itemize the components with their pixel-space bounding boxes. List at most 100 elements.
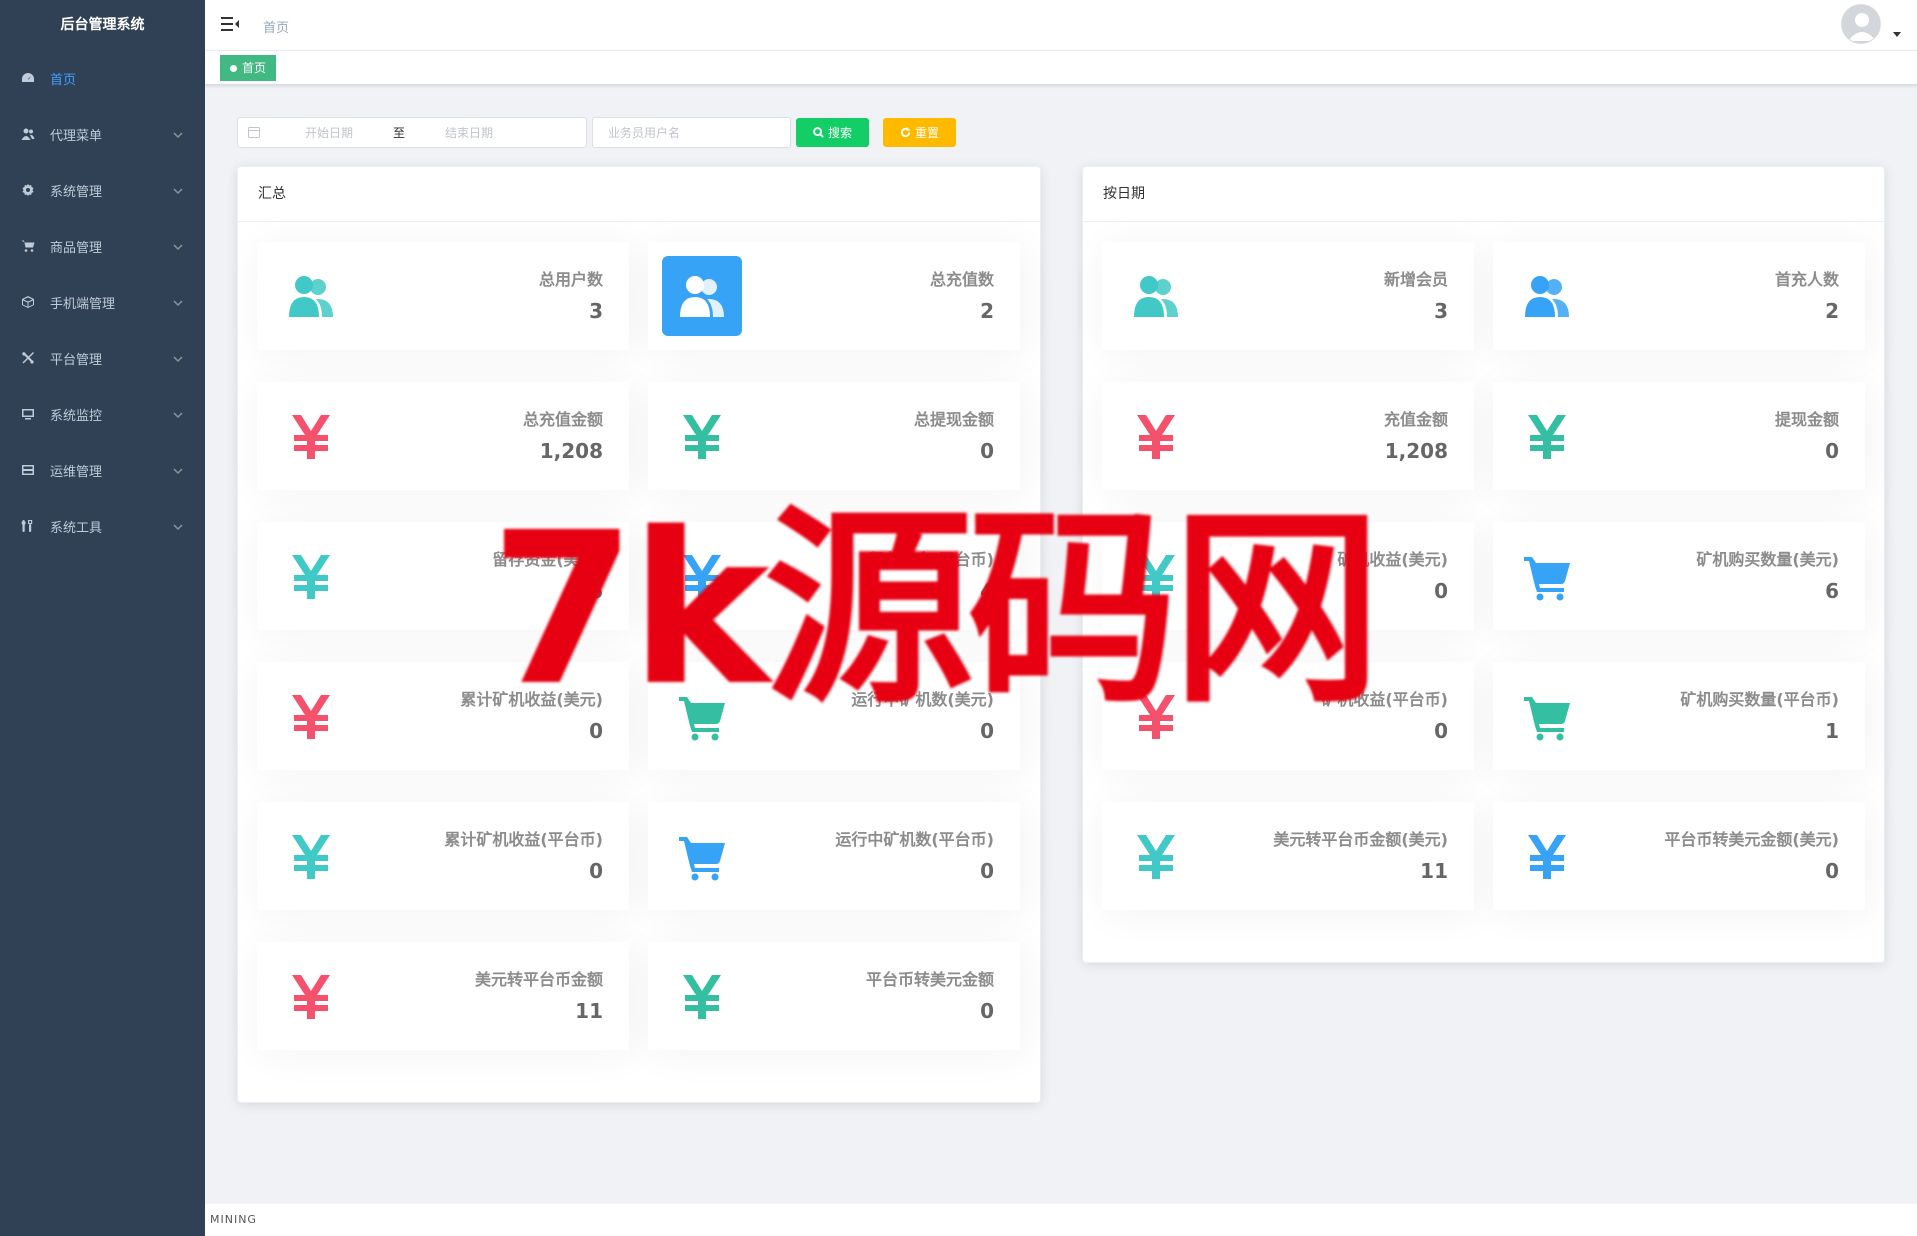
caret-down-icon[interactable] — [1893, 32, 1901, 37]
top-navbar: 首页 — [205, 0, 1917, 51]
by-date-panel-title: 按日期 — [1083, 167, 1884, 222]
stat-value: 2 — [980, 299, 994, 323]
sidebar-item-label: 系统工具 — [50, 520, 103, 536]
user-avatar-dropdown[interactable] — [1841, 4, 1901, 46]
stat-card[interactable]: 矿机购买数量(美元) 6 — [1493, 522, 1865, 630]
yen-icon — [271, 676, 351, 756]
stat-card[interactable]: 总提现金额 0 — [648, 382, 1020, 490]
chevron-down-icon — [173, 521, 183, 531]
sidebar-item-8[interactable]: 系统工具 — [0, 498, 205, 554]
tag-home[interactable]: 首页 — [220, 55, 277, 81]
stat-card[interactable]: 平台币转美元金额 0 — [648, 942, 1020, 1050]
stat-card[interactable]: 运行中矿机数(平台币) 0 — [648, 802, 1020, 910]
stat-label: 矿机购买数量(平台币) — [1680, 690, 1839, 709]
users-icon — [20, 126, 36, 142]
sidebar-item-0[interactable]: 首页 — [0, 50, 205, 106]
yen-icon — [1507, 396, 1587, 476]
stat-card[interactable]: 总用户数 3 — [257, 242, 629, 350]
salesman-username-input[interactable] — [592, 117, 791, 148]
avatar[interactable] — [1841, 4, 1881, 44]
yen-icon — [1116, 816, 1196, 896]
chevron-down-icon — [173, 185, 183, 195]
yen-icon — [1507, 816, 1587, 896]
sidebar-item-6[interactable]: 系统监控 — [0, 386, 205, 442]
date-range-picker[interactable]: 至 — [237, 117, 587, 148]
stat-label: 运行中矿机数(平台币) — [835, 830, 994, 849]
dashboard-icon — [20, 70, 36, 86]
stat-card[interactable]: 累计矿机收益(平台币) 0 — [257, 802, 629, 910]
stat-label: 矿机购买数量(美元) — [1696, 550, 1839, 569]
sidebar-menu: 首页 代理菜单 系统管理 商品管理 手机端管理 平台管理 系统监控 运维管理 系… — [0, 50, 205, 554]
summary-panel-title: 汇总 — [238, 167, 1040, 222]
search-icon — [813, 127, 824, 138]
start-date-input[interactable] — [274, 125, 384, 140]
range-separator: 至 — [392, 126, 405, 140]
sidebar-item-5[interactable]: 平台管理 — [0, 330, 205, 386]
monitor-icon — [20, 406, 36, 422]
stat-card[interactable]: 平台币转美元金额(美元) 0 — [1493, 802, 1865, 910]
end-date-input[interactable] — [414, 125, 524, 140]
stat-value: 6 — [1825, 579, 1839, 603]
yen-icon — [271, 536, 351, 616]
stat-label: 累计矿机收益(平台币) — [444, 830, 603, 849]
chevron-down-icon — [173, 241, 183, 251]
sidebar-item-label: 代理菜单 — [50, 128, 103, 144]
stat-label: 平台币转美元金额(美元) — [1664, 830, 1839, 849]
server-icon — [20, 462, 36, 478]
stat-card[interactable]: 美元转平台币金额(美元) 11 — [1102, 802, 1474, 910]
stat-label: 总充值金额 — [522, 410, 603, 429]
stat-value: 1,208 — [539, 439, 603, 463]
active-dot-icon — [230, 64, 237, 72]
chevron-down-icon — [173, 129, 183, 139]
stat-label: 提现金额 — [1774, 410, 1839, 429]
stat-value: 0 — [1434, 579, 1448, 603]
stat-label: 首充人数 — [1774, 270, 1839, 289]
stat-card[interactable]: 新增会员 3 — [1102, 242, 1474, 350]
sidebar-item-2[interactable]: 系统管理 — [0, 162, 205, 218]
sidebar-item-label: 手机端管理 — [50, 296, 116, 312]
filter-bar: 至 搜索 重置 — [237, 117, 956, 148]
cube-icon — [20, 294, 36, 310]
search-button[interactable]: 搜索 — [796, 118, 869, 147]
sidebar-item-7[interactable]: 运维管理 — [0, 442, 205, 498]
people-icon — [271, 256, 351, 336]
sidebar-item-label: 系统监控 — [50, 408, 103, 424]
sidebar-item-4[interactable]: 手机端管理 — [0, 274, 205, 330]
stat-label: 总充值数 — [929, 270, 994, 289]
sidebar-item-3[interactable]: 商品管理 — [0, 218, 205, 274]
stat-label: 美元转平台币金额(美元) — [1273, 830, 1448, 849]
stat-card[interactable]: 充值金额 1,208 — [1102, 382, 1474, 490]
stat-card[interactable]: 美元转平台币金额 11 — [257, 942, 629, 1050]
stat-card[interactable]: 矿机购买数量(平台币) 1 — [1493, 662, 1865, 770]
stat-value: 1 — [1825, 719, 1839, 743]
people-icon — [1116, 256, 1196, 336]
chevron-down-icon — [173, 465, 183, 475]
stat-value: 3 — [1434, 299, 1448, 323]
sidebar-item-label: 运维管理 — [50, 464, 103, 480]
chevron-down-icon — [173, 353, 183, 363]
sidebar-item-label: 首页 — [50, 72, 77, 88]
yen-icon — [1116, 396, 1196, 476]
sidebar-item-label: 商品管理 — [50, 240, 103, 256]
sidebar-item-label: 系统管理 — [50, 184, 103, 200]
stat-card[interactable]: 总充值数 2 — [648, 242, 1020, 350]
stat-value: 0 — [589, 859, 603, 883]
refresh-icon — [900, 127, 911, 138]
search-label: 搜索 — [827, 126, 852, 140]
tags-view: 首页 — [205, 51, 1917, 85]
reset-button[interactable]: 重置 — [883, 118, 956, 147]
stat-card[interactable]: 首充人数 2 — [1493, 242, 1865, 350]
stat-value: 11 — [1420, 859, 1448, 883]
hamburger-menu-icon[interactable] — [221, 15, 239, 33]
sidebar-item-label: 平台管理 — [50, 352, 103, 368]
app-title: 后台管理系统 — [60, 17, 145, 33]
stat-value: 11 — [575, 999, 603, 1023]
stat-value: 3 — [589, 299, 603, 323]
stat-value: 0 — [1825, 439, 1839, 463]
chevron-down-icon — [173, 409, 183, 419]
stat-card[interactable]: 提现金额 0 — [1493, 382, 1865, 490]
stat-value: 0 — [980, 439, 994, 463]
stat-card[interactable]: 总充值金额 1,208 — [257, 382, 629, 490]
sidebar: 后台管理系统 首页 代理菜单 系统管理 商品管理 手机端管理 平台管理 系统监控… — [0, 0, 205, 1236]
sidebar-item-1[interactable]: 代理菜单 — [0, 106, 205, 162]
